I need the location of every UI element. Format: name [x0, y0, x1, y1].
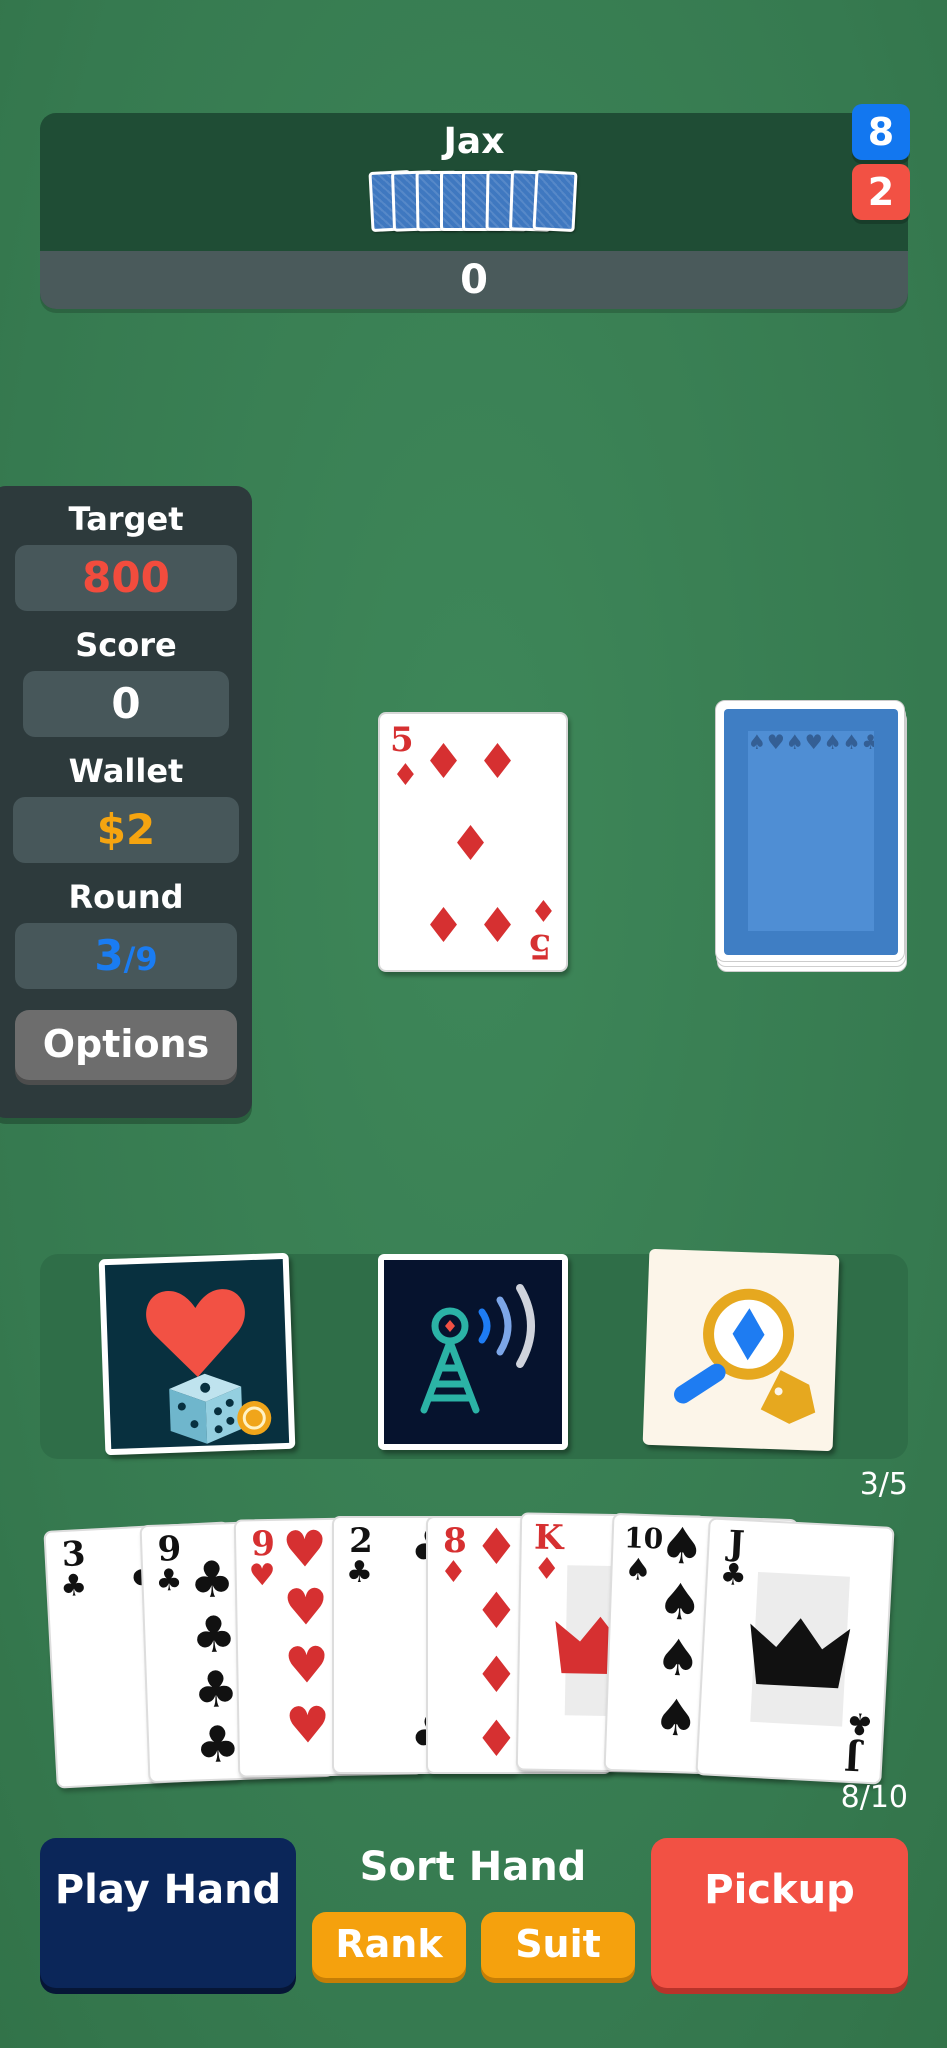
- options-button[interactable]: Options: [15, 1010, 237, 1080]
- score-label: Score: [75, 626, 177, 664]
- card-suit: ♣: [845, 1704, 875, 1742]
- club-pip: ♣: [188, 1550, 236, 1610]
- card-suit: ♣: [154, 1562, 184, 1599]
- card-rank: 2: [349, 1521, 373, 1561]
- hand-card[interactable]: J ♣ ♣ J: [695, 1517, 895, 1785]
- club-pip: ♣: [192, 1660, 240, 1720]
- joker-card-signal-tower[interactable]: [378, 1254, 568, 1450]
- wallet-box: $2: [13, 797, 239, 863]
- joker-card-heart-dice[interactable]: [98, 1252, 296, 1456]
- card-rank: K: [533, 1517, 564, 1559]
- diamond-pip: ♦: [474, 1710, 519, 1768]
- deck-top-card: ♠♥♠♥♠♠♣♠♣♠♥♠♥♠♥♣♠♣♠♣♠♥♠♥♠♣♠♣♠♣♥♠♥♠♥♣♠♣♠♣: [715, 700, 905, 962]
- diamond-pip: ♦: [474, 1582, 519, 1640]
- card-rank: J: [843, 1736, 862, 1778]
- wallet-label: Wallet: [68, 752, 184, 790]
- round-value: 3/9: [94, 931, 157, 980]
- diamond-pip: ♦: [476, 734, 520, 790]
- draw-deck[interactable]: ♠♥♠♥♠♠♣♠♣♠♥♠♥♠♥♣♠♣♠♣♠♥♠♥♠♣♠♣♠♣♥♠♥♠♥♣♠♣♠♣: [715, 700, 909, 972]
- heart-pip: ♥: [283, 1636, 330, 1695]
- sort-hand-label: Sort Hand: [359, 1844, 587, 1890]
- card-suit: ♣: [718, 1556, 748, 1594]
- jokers-count: 3/5: [859, 1467, 908, 1502]
- spade-pip: ♠: [652, 1688, 700, 1748]
- card-rank: 5: [528, 926, 552, 966]
- joker-card-magnifier-diamond[interactable]: [642, 1248, 840, 1452]
- diamond-pip: ♦: [476, 898, 520, 954]
- opponent-panel: Jax 0: [40, 113, 908, 309]
- magnifier-diamond-icon: [674, 1288, 816, 1424]
- card-suit-small: ♦: [392, 758, 419, 793]
- discard-top-card[interactable]: 5 ♦ ♦ ♦ ♦ ♦ ♦ ♦ 5: [378, 712, 568, 972]
- card-suit: ♦: [440, 1555, 467, 1590]
- sort-suit-button[interactable]: Suit: [481, 1912, 635, 1978]
- opponent-discards-badge: 2: [852, 164, 910, 220]
- card-rank: 8: [443, 1521, 467, 1561]
- card-rank: 5: [390, 720, 414, 760]
- opponent-hand: [368, 169, 620, 241]
- round-total: 9: [135, 940, 158, 978]
- opponent-hands-badge: 8: [852, 104, 910, 160]
- signal-tower-icon: [420, 1284, 535, 1414]
- target-box: 800: [15, 545, 237, 611]
- wallet-value: $2: [96, 805, 156, 854]
- card-back-pattern: ♠♥♠♥♠♠♣♠♣♠♥♠♥♠♥♣♠♣♠♣♠♥♠♥♠♣♠♣♠♣♥♠♥♠♥♣♠♣♠♣: [748, 731, 874, 931]
- card-suit: ♠: [623, 1552, 653, 1589]
- diamond-pip: ♦: [474, 1646, 519, 1704]
- sort-rank-button[interactable]: Rank: [312, 1912, 466, 1978]
- club-pip: ♣: [194, 1714, 242, 1775]
- hand-count: 8/10: [840, 1780, 908, 1815]
- card-rank: 9: [251, 1523, 276, 1565]
- opponent-score: 0: [40, 251, 908, 309]
- opponent-card-back: [532, 169, 578, 233]
- player-hand: 3 ♣ ♣ 9 ♣ ♣ ♣ ♣ ♣ 9 ♥ ♥ ♥ ♥ ♥ 2 ♣ ♣ ♣ 8 …: [40, 1500, 908, 1790]
- card-suit: ♣: [346, 1555, 373, 1590]
- spade-pip: ♠: [658, 1516, 706, 1577]
- heart-pip: ♥: [284, 1695, 331, 1755]
- spade-pip: ♠: [656, 1572, 704, 1633]
- opponent-name: Jax: [443, 121, 505, 162]
- round-box: 3/9: [15, 923, 237, 989]
- card-rank: 9: [156, 1528, 182, 1570]
- heart-dice-icon: [146, 1289, 272, 1444]
- round-current: 3: [94, 931, 124, 980]
- play-hand-button[interactable]: Play Hand: [40, 1838, 296, 1988]
- diamond-pip: ♦: [422, 734, 466, 790]
- club-pip: ♣: [190, 1605, 238, 1665]
- round-separator: /: [123, 940, 136, 978]
- target-value: 800: [82, 553, 170, 602]
- card-suit-small: ♦: [530, 892, 557, 927]
- round-label: Round: [68, 878, 184, 916]
- score-box: 0: [23, 671, 229, 737]
- heart-pip: ♥: [282, 1578, 329, 1637]
- card-rank: 10: [623, 1521, 664, 1556]
- target-label: Target: [68, 500, 184, 538]
- pickup-button[interactable]: Pickup: [651, 1838, 908, 1988]
- score-value: 0: [111, 679, 141, 728]
- card-suit: ♥: [248, 1557, 276, 1594]
- crown-icon: [750, 1618, 851, 1689]
- diamond-pip: ♦: [449, 816, 493, 872]
- heart-pip: ♥: [281, 1520, 328, 1579]
- card-suit: ♦: [532, 1551, 561, 1588]
- spade-pip: ♠: [654, 1628, 702, 1688]
- diamond-pip: ♦: [422, 898, 466, 954]
- diamond-pip: ♦: [474, 1518, 519, 1576]
- card-suit: ♣: [59, 1567, 89, 1605]
